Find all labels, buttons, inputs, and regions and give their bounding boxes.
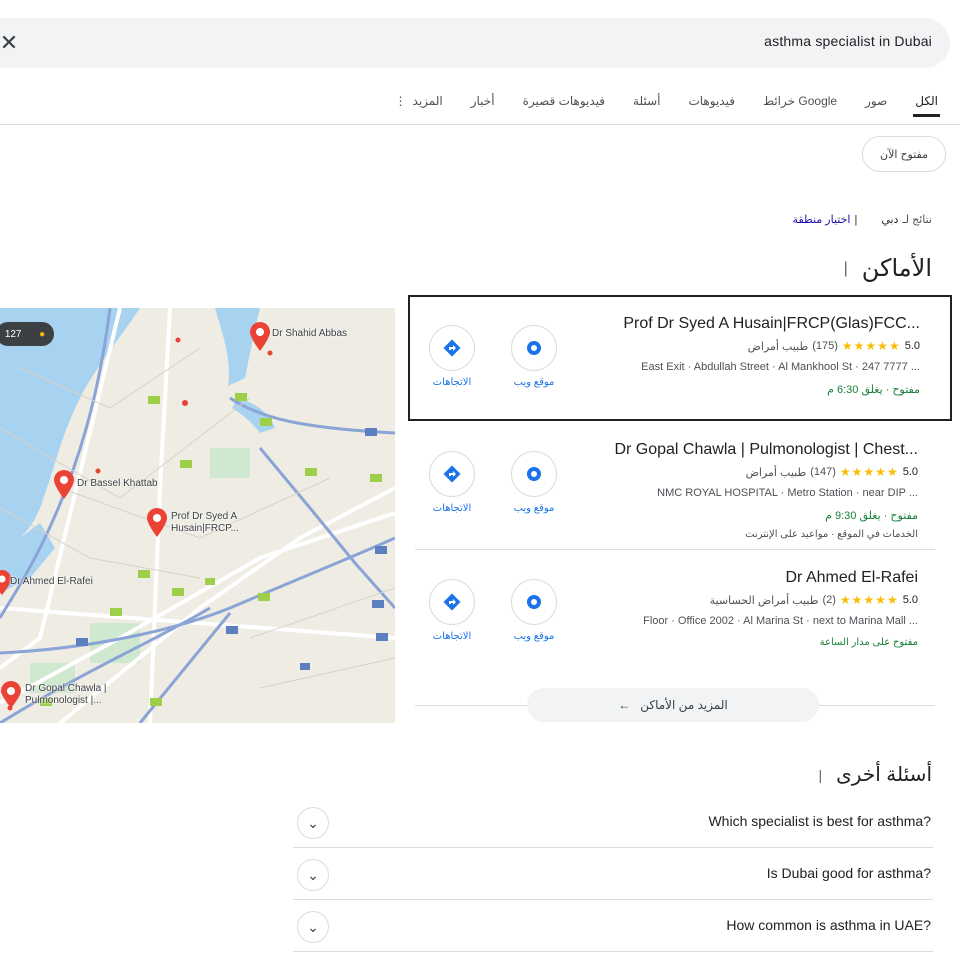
place-card[interactable]: Prof Dr Syed A Husain|FRCP(Glas)FCC... 5… bbox=[408, 295, 952, 421]
place-services: الخدمات في الموقع · مواعيد على الإنترنت bbox=[745, 529, 918, 540]
place-name[interactable]: Dr Ahmed El-Rafei bbox=[786, 569, 919, 587]
rating-value: 5.0 bbox=[902, 594, 918, 606]
map-pin-icon[interactable] bbox=[145, 508, 169, 538]
globe-icon bbox=[511, 325, 557, 371]
directions-label: الاتجاهات bbox=[432, 631, 472, 642]
place-hours: مفتوح · يغلق 6:30 م bbox=[827, 384, 920, 396]
map-pin-icon[interactable] bbox=[248, 322, 272, 352]
tab-more[interactable]: ⋮ المزيد bbox=[393, 88, 445, 114]
results-location-name: دبي bbox=[881, 214, 899, 226]
map-pin-label: Dr Bassel Khattab bbox=[77, 478, 158, 489]
rating-value: 5.0 bbox=[902, 466, 918, 478]
place-hours: مفتوح · يغلق 9:30 م bbox=[825, 510, 918, 522]
directions-button[interactable]: الاتجاهات bbox=[422, 451, 482, 514]
faq-question[interactable]: Is Dubai good for asthma? bbox=[767, 865, 931, 881]
more-dots-icon: ⋮ bbox=[394, 94, 407, 108]
place-address: East Exit · Abdullah Street · Al Mankhoo… bbox=[641, 361, 920, 373]
globe-icon bbox=[511, 451, 557, 497]
search-tabs: الكل صور خرائط Google فيديوهات أسئلة فيد… bbox=[393, 88, 940, 124]
tab-questions[interactable]: أسئلة bbox=[631, 88, 662, 114]
faq-heading: أسئلة أخرى | bbox=[819, 762, 933, 787]
directions-label: الاتجاهات bbox=[432, 503, 472, 514]
faq-item[interactable]: ⌄ Is Dubai good for asthma? bbox=[293, 849, 933, 900]
directions-label: الاتجاهات bbox=[432, 377, 472, 388]
tab-news[interactable]: أخبار bbox=[469, 88, 497, 114]
map-pin-label: Prof Dr Syed A Husain|FRCP... bbox=[171, 511, 239, 534]
place-rating-row: 5.0 ★★★★★ (147) طبيب أمراض bbox=[746, 465, 918, 479]
star-rating-icon: ★★★★★ bbox=[839, 593, 899, 607]
faq-item[interactable]: ⌄ Which specialist is best for asthma? bbox=[293, 797, 933, 848]
faq-question[interactable]: How common is asthma in UAE? bbox=[726, 917, 931, 933]
place-rating-row: 5.0 ★★★★★ (2) طبيب أمراض الحساسية bbox=[710, 593, 918, 607]
tab-short-videos[interactable]: فيديوهات قصيرة bbox=[521, 88, 607, 114]
place-address: Floor · Office 2002 · Al Marina St · nex… bbox=[643, 615, 918, 627]
faq-title: أسئلة أخرى bbox=[836, 764, 932, 786]
open-now-chip[interactable]: مفتوح الآن bbox=[862, 136, 946, 172]
star-rating-icon: ★★★★★ bbox=[839, 465, 899, 479]
place-name[interactable]: Prof Dr Syed A Husain|FRCP(Glas)FCC... bbox=[623, 315, 920, 333]
directions-button[interactable]: الاتجاهات bbox=[422, 325, 482, 388]
review-count: (175) bbox=[812, 340, 838, 352]
arrow-left-icon: ← bbox=[618, 698, 631, 712]
tab-all[interactable]: الكل bbox=[913, 88, 940, 117]
chevron-down-icon[interactable]: ⌄ bbox=[297, 859, 329, 891]
heading-divider: | bbox=[818, 766, 823, 783]
search-query[interactable]: asthma specialist in Dubai bbox=[764, 33, 932, 49]
website-label: موقع ويب bbox=[513, 631, 555, 642]
more-places-button[interactable]: ← المزيد من الأماكن bbox=[527, 688, 819, 722]
map-badge-count: 127 bbox=[4, 328, 22, 340]
places-title: الأماكن bbox=[861, 255, 932, 282]
website-button[interactable]: موقع ويب bbox=[504, 325, 564, 388]
tabs-divider bbox=[0, 124, 960, 125]
chevron-down-icon[interactable]: ⌄ bbox=[297, 807, 329, 839]
website-button[interactable]: موقع ويب bbox=[504, 579, 564, 642]
directions-button[interactable]: الاتجاهات bbox=[422, 579, 482, 642]
results-prefix: نتائج لـ bbox=[902, 214, 932, 226]
chevron-down-icon[interactable]: ⌄ bbox=[297, 911, 329, 943]
website-label: موقع ويب bbox=[513, 503, 555, 514]
more-places-label: المزيد من الأماكن bbox=[640, 698, 728, 712]
place-card[interactable]: Dr Gopal Chawla | Pulmonologist | Chest.… bbox=[408, 425, 948, 547]
choose-area-link[interactable]: اختيار منطقة bbox=[793, 213, 851, 226]
map-pin-label: Dr Gopal Chawla | Pulmonologist |... bbox=[25, 683, 107, 706]
map-pin-icon[interactable] bbox=[0, 681, 22, 709]
map-pin-label: Dr Ahmed El-Rafei bbox=[10, 576, 93, 587]
location-icon: ● bbox=[39, 328, 46, 340]
heading-divider: | bbox=[843, 259, 848, 277]
faq-question[interactable]: Which specialist is best for asthma? bbox=[708, 813, 931, 829]
directions-icon bbox=[429, 451, 475, 497]
search-bar[interactable]: ✕ asthma specialist in Dubai bbox=[0, 18, 950, 68]
results-location: نتائج لـ دبي | اختيار منطقة bbox=[793, 213, 932, 227]
directions-icon bbox=[429, 325, 475, 371]
place-category: طبيب أمراض bbox=[747, 340, 809, 353]
faq-item[interactable]: ⌄ How common is asthma in UAE? bbox=[293, 901, 933, 952]
review-count: (2) bbox=[822, 594, 836, 606]
rating-value: 5.0 bbox=[904, 340, 920, 352]
place-category: طبيب أمراض bbox=[745, 466, 807, 479]
map-pin-icon[interactable] bbox=[52, 470, 76, 500]
star-rating-icon: ★★★★★ bbox=[841, 339, 901, 353]
place-rating-row: 5.0 ★★★★★ (175) طبيب أمراض bbox=[748, 339, 920, 353]
website-button[interactable]: موقع ويب bbox=[504, 451, 564, 514]
place-card[interactable]: Dr Ahmed El-Rafei 5.0 ★★★★★ (2) طبيب أمر… bbox=[408, 555, 948, 677]
review-count: (147) bbox=[810, 466, 836, 478]
places-heading: الأماكن | bbox=[844, 254, 932, 283]
place-hours: مفتوح على مدار الساعة bbox=[819, 637, 918, 648]
map-pin-label: Dr Shahid Abbas bbox=[272, 328, 348, 339]
divider: | bbox=[854, 213, 858, 226]
tab-images[interactable]: صور bbox=[863, 88, 889, 114]
card-divider bbox=[415, 549, 935, 550]
map-layer-badge[interactable]: 127 ● bbox=[0, 322, 54, 346]
tab-more-label: المزيد bbox=[412, 94, 443, 108]
place-name[interactable]: Dr Gopal Chawla | Pulmonologist | Chest.… bbox=[614, 441, 918, 459]
globe-icon bbox=[511, 579, 557, 625]
tab-maps[interactable]: خرائط Google bbox=[761, 88, 839, 114]
website-label: موقع ويب bbox=[513, 377, 555, 388]
place-category: طبيب أمراض الحساسية bbox=[709, 594, 819, 607]
place-address: NMC ROYAL HOSPITAL · Metro Station · nea… bbox=[657, 487, 918, 499]
map[interactable]: Dr Shahid Abbas Dr Bassel Khattab Prof D… bbox=[0, 308, 395, 723]
directions-icon bbox=[429, 579, 475, 625]
close-icon[interactable]: ✕ bbox=[0, 30, 22, 56]
tab-videos[interactable]: فيديوهات bbox=[686, 88, 736, 114]
